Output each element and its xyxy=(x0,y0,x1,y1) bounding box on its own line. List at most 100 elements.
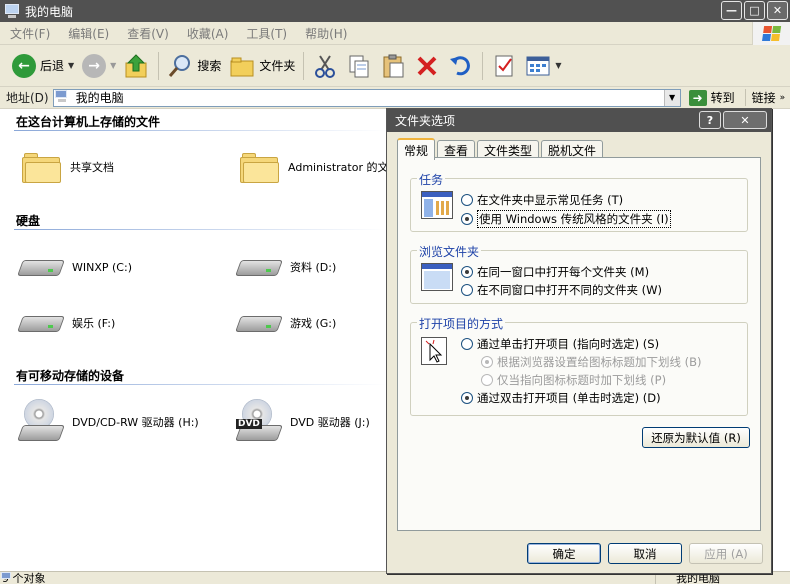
search-button[interactable]: 搜索 xyxy=(163,49,225,83)
paste-button[interactable] xyxy=(376,49,410,83)
properties-icon xyxy=(495,55,513,76)
classic-folders-radio[interactable]: 使用 Windows 传统风格的文件夹 (I) xyxy=(461,210,671,228)
address-value: 我的电脑 xyxy=(75,91,124,105)
hard-drive-icon xyxy=(17,308,65,338)
underline-hover-radio[interactable]: 仅当指向图标标题时加下划线 (P) xyxy=(481,372,666,388)
folders-icon xyxy=(230,57,254,76)
show-common-tasks-radio[interactable]: 在文件夹中显示常见任务 (T) xyxy=(461,192,623,208)
help-button[interactable]: ? xyxy=(699,111,721,129)
cd-drive-icon xyxy=(17,399,65,445)
drive-item[interactable]: 游戏 (G:) xyxy=(235,308,336,338)
menu-view[interactable]: 查看(V) xyxy=(127,25,169,42)
radio-label: 在不同窗口中打开不同的文件夹 (W) xyxy=(477,283,662,297)
drive-item[interactable]: 资料 (D:) xyxy=(235,252,336,282)
links-chevron-icon: » xyxy=(779,92,786,103)
copy-button[interactable] xyxy=(342,49,376,83)
folders-button[interactable]: 文件夹 xyxy=(225,49,299,83)
windows-logo xyxy=(752,22,790,45)
links-button[interactable]: 链接 » xyxy=(744,89,786,106)
forward-dropdown-icon[interactable]: ▼ xyxy=(110,61,116,70)
radio-label: 在文件夹中显示常见任务 (T) xyxy=(477,193,624,207)
up-button[interactable] xyxy=(120,49,154,83)
address-dropdown-icon[interactable]: ▼ xyxy=(663,89,680,106)
cancel-button[interactable]: 取消 xyxy=(608,543,682,564)
dialog-tabs: 常规 查看 文件类型 脱机文件 xyxy=(397,138,605,160)
tasks-group: 任务 在文件夹中显示常见任务 (T) 使用 Windows 传统风格的文件夹 (… xyxy=(410,171,748,232)
folder-item[interactable]: 共享文档 xyxy=(22,151,114,183)
paste-icon xyxy=(383,54,404,77)
radio-label: 通过双击打开项目 (单击时选定) (D) xyxy=(477,391,661,405)
dialog-title-bar: 文件夹选项 ? ✕ xyxy=(387,109,771,132)
maximize-button[interactable]: □ xyxy=(744,1,765,20)
ok-button[interactable]: 确定 xyxy=(527,543,601,564)
toolbar-separator xyxy=(303,51,305,80)
dialog-close-button[interactable]: ✕ xyxy=(723,111,767,129)
browse-preview-icon xyxy=(421,263,453,291)
address-field[interactable]: 我的电脑 ▼ xyxy=(52,88,681,107)
radio-label: 根据浏览器设置给图标标题加下划线 (B) xyxy=(497,355,702,369)
back-button[interactable]: ← 后退 ▼ xyxy=(8,49,78,83)
views-button[interactable]: ▼ xyxy=(521,49,565,83)
back-label: 后退 xyxy=(40,59,65,73)
computer-icon xyxy=(54,89,72,104)
general-tab-panel: 任务 在文件夹中显示常见任务 (T) 使用 Windows 传统风格的文件夹 (… xyxy=(397,157,761,531)
radio-label: 通过单击打开项目 (指向时选定) (S) xyxy=(477,337,660,351)
folder-icon xyxy=(240,151,280,183)
title-bar: 我的电脑 — □ ✕ xyxy=(0,0,790,22)
cut-button[interactable] xyxy=(308,49,342,83)
menu-favorites[interactable]: 收藏(A) xyxy=(187,25,229,42)
close-button[interactable]: ✕ xyxy=(767,1,788,20)
item-label: DVD 驱动器 (J:) xyxy=(290,416,370,429)
hard-drive-icon xyxy=(235,308,283,338)
menu-file[interactable]: 文件(F) xyxy=(10,25,50,42)
back-dropdown-icon[interactable]: ▼ xyxy=(68,61,74,70)
apply-button[interactable]: 应用 (A) xyxy=(689,543,763,564)
address-bar: 地址(D) 我的电脑 ▼ ➜ 转到 链接 » xyxy=(0,87,790,109)
views-icon xyxy=(526,56,550,75)
drive-item[interactable]: 娱乐 (F:) xyxy=(17,308,115,338)
radio-indicator xyxy=(461,266,473,278)
forward-button[interactable]: → ▼ xyxy=(78,49,120,83)
double-click-radio[interactable]: 通过双击打开项目 (单击时选定) (D) xyxy=(461,390,661,406)
dvd-badge: DVD xyxy=(236,419,262,429)
section-divider xyxy=(14,384,386,385)
item-label: 共享文档 xyxy=(70,161,114,174)
restore-defaults-button[interactable]: 还原为默认值 (R) xyxy=(642,427,750,448)
underline-browser-radio[interactable]: 根据浏览器设置给图标标题加下划线 (B) xyxy=(481,354,702,370)
go-label: 转到 xyxy=(710,91,735,105)
tasks-preview-icon xyxy=(421,191,453,219)
radio-indicator xyxy=(481,374,493,386)
delete-icon xyxy=(417,56,437,75)
radio-label: 在同一窗口中打开每个文件夹 (M) xyxy=(477,265,650,279)
back-arrow-icon: ← xyxy=(12,53,36,78)
hard-drive-icon xyxy=(235,252,283,282)
group-legend: 打开项目的方式 xyxy=(417,315,506,332)
go-button[interactable]: ➜ 转到 xyxy=(685,89,739,106)
windows-flag-icon xyxy=(761,25,781,42)
single-click-radio[interactable]: 通过单击打开项目 (指向时选定) (S) xyxy=(461,336,659,352)
same-window-radio[interactable]: 在同一窗口中打开每个文件夹 (M) xyxy=(461,264,649,280)
drive-item[interactable]: DVD/CD-RW 驱动器 (H:) xyxy=(17,399,199,445)
toolbar: ← 后退 ▼ → ▼ 搜索 文件夹 ▼ xyxy=(0,45,790,87)
tab-general[interactable]: 常规 xyxy=(397,138,436,160)
radio-indicator xyxy=(461,284,473,296)
group-legend: 任务 xyxy=(417,171,446,188)
section-header: 硬盘 xyxy=(16,214,41,228)
hard-drive-icon xyxy=(17,252,65,282)
menu-edit[interactable]: 编辑(E) xyxy=(68,25,109,42)
computer-icon xyxy=(4,4,20,18)
search-label: 搜索 xyxy=(197,59,222,73)
toolbar-separator xyxy=(158,51,160,80)
menu-help[interactable]: 帮助(H) xyxy=(305,25,347,42)
minimize-button[interactable]: — xyxy=(721,1,742,20)
pointer-preview-icon xyxy=(421,337,447,365)
properties-button[interactable] xyxy=(487,49,521,83)
undo-button[interactable] xyxy=(444,49,478,83)
delete-button[interactable] xyxy=(410,49,444,83)
menu-tools[interactable]: 工具(T) xyxy=(246,25,287,42)
drive-item[interactable]: WINXP (C:) xyxy=(17,252,132,282)
folder-item[interactable]: Administrator 的文档 xyxy=(240,151,399,183)
separate-window-radio[interactable]: 在不同窗口中打开不同的文件夹 (W) xyxy=(461,282,662,298)
views-dropdown-icon: ▼ xyxy=(555,61,562,70)
drive-item[interactable]: DVD DVD 驱动器 (J:) xyxy=(235,399,370,445)
